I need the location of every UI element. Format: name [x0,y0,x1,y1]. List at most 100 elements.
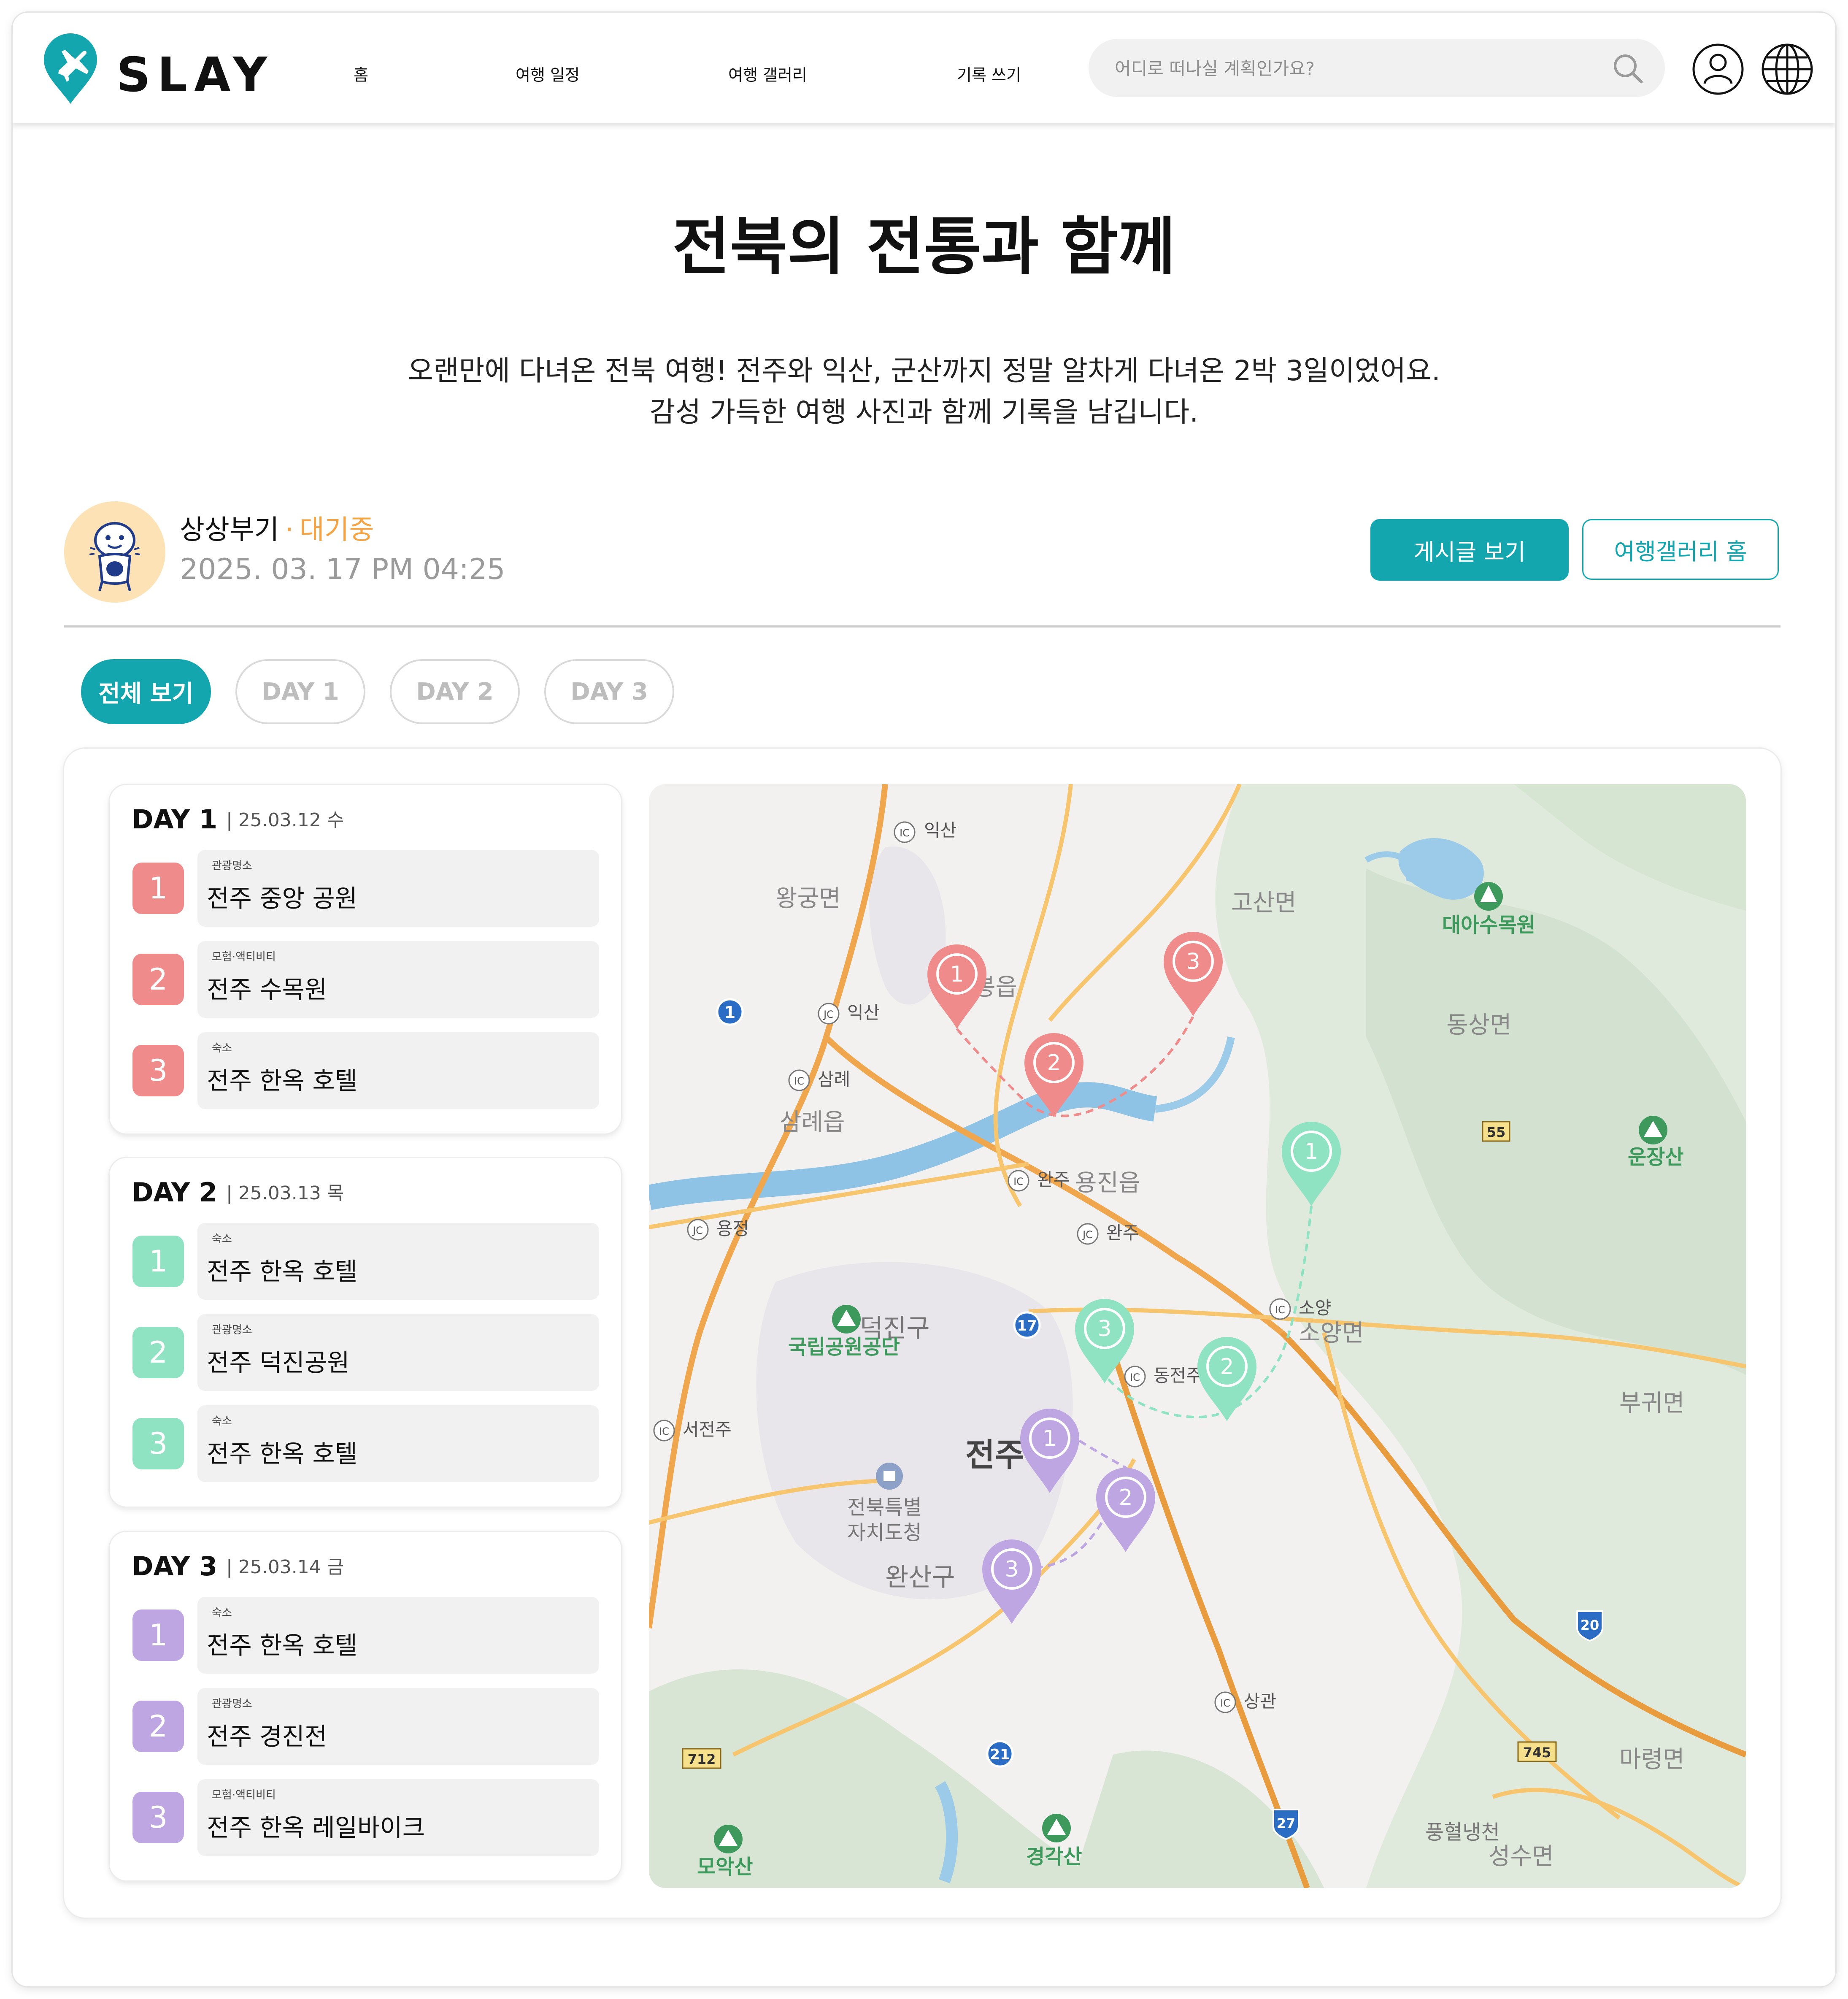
route-number: 712 [688,1751,716,1767]
tree-poi-icon [1474,882,1503,911]
route-map[interactable]: 1 17 21 27 20 55 712 745 IC 익산 왕궁면 고산면 대… [649,784,1746,1888]
route-shield-27: 27 [1273,1809,1300,1840]
search-icon[interactable] [1612,52,1644,84]
list-item[interactable]: 관광명소 전주 경진전 [197,1688,599,1765]
map-label: 동전주 [1154,1365,1202,1386]
pin-number: 1 [1043,1426,1056,1451]
author-line: 상상부기 · 대기중 [180,513,374,547]
svg-text:JC: JC [692,1225,703,1236]
item-name: 전주 덕진공원 [207,1348,350,1377]
item-category: 숙소 [212,1415,232,1428]
route-number: 17 [1017,1317,1037,1334]
item-category: 숙소 [212,1042,232,1055]
map-label: 삼례읍 [780,1109,845,1136]
map-label: 풍혈냉천 [1425,1820,1500,1844]
item-category: 관광명소 [212,860,252,872]
map-canvas[interactable]: 1 17 21 27 20 55 712 745 IC 익산 왕궁면 고산면 대… [649,784,1746,1888]
ic-marker: IC [1214,1691,1236,1713]
day-card-2: DAY 2 | 25.03.13 목 1 숙소 전주 한옥 호텔 2 관광명소 … [110,1158,621,1507]
map-label: 용정 [716,1218,749,1239]
mountain-poi-icon [714,1825,743,1853]
map-label: 상관 [1244,1691,1276,1712]
ic-marker: IC [1008,1170,1029,1192]
route-shield-21: 21 [986,1740,1014,1768]
pin-number: 2 [1119,1485,1132,1510]
map-label: 익산 [847,1002,880,1023]
tab-all[interactable]: 전체 보기 [81,659,211,724]
search-input[interactable] [1114,55,1580,82]
svg-text:IC: IC [900,827,910,839]
jc-marker: JC [687,1219,709,1241]
day-date: | 25.03.12 수 [226,809,344,831]
post-description: 오랜만에 다녀온 전북 여행! 전주와 익산, 군산까지 정말 알차게 다녀온 … [13,350,1835,433]
separator-dot: · [285,514,294,546]
day-card-1: DAY 1 | 25.03.12 수 1 관광명소 전주 중앙 공원 2 모험·… [110,785,621,1133]
list-item[interactable]: 숙소 전주 한옥 호텔 [197,1405,599,1482]
map-label: 왕궁면 [775,885,841,912]
item-name: 전주 한옥 레일바이크 [207,1813,425,1842]
svg-text:IC: IC [794,1075,804,1087]
route-shield-17: 17 [1013,1311,1041,1339]
view-post-button[interactable]: 게시글 보기 [1370,519,1569,581]
route-shield-20: 20 [1576,1610,1603,1642]
item-category: 숙소 [212,1607,232,1619]
map-label: 소양면 [1299,1320,1364,1347]
jc-marker: JC [1077,1223,1099,1245]
item-category: 관광명소 [212,1698,252,1710]
pin-number: 3 [1097,1316,1111,1342]
language-globe-icon[interactable] [1761,43,1813,95]
map-label: 고산면 [1231,889,1297,917]
ic-marker: IC [788,1069,810,1091]
description-line-1: 오랜만에 다녀온 전북 여행! 전주와 익산, 군산까지 정말 알차게 다녀온 … [408,354,1440,387]
stop-number-badge: 2 [132,1701,184,1752]
search-bar [1089,39,1665,97]
user-profile-icon[interactable] [1692,43,1744,95]
government-poi-icon [876,1463,903,1490]
tab-day3[interactable]: DAY 3 [544,659,674,724]
item-category: 모험·액티비티 [212,951,276,963]
nav-itinerary[interactable]: 여행 일정 [516,66,580,84]
map-label: 부귀면 [1619,1390,1685,1417]
tab-day2[interactable]: DAY 2 [390,659,520,724]
svg-text:JC: JC [823,1009,834,1020]
day-title: DAY 2 [132,1177,218,1208]
route-number: 1 [724,1003,735,1022]
stop-number-badge: 2 [132,1327,184,1378]
item-name: 전주 중앙 공원 [207,884,358,913]
author-avatar[interactable] [64,501,165,603]
svg-text:IC: IC [1130,1371,1140,1383]
tab-day1[interactable]: DAY 1 [235,659,365,724]
nav-gallery[interactable]: 여행 갤러리 [728,66,807,84]
stop-number-badge: 3 [132,1418,184,1469]
top-navbar: SLAY 홈 여행 일정 여행 갤러리 기록 쓰기 [13,13,1835,123]
item-name: 전주 한옥 호텔 [207,1066,358,1095]
map-label: 전북특별 [847,1496,922,1519]
map-label: 완산구 [885,1563,955,1592]
map-label: 서전주 [683,1419,732,1440]
map-label: 삼례 [818,1069,850,1090]
pin-number: 3 [1005,1557,1019,1582]
ic-marker: IC [1269,1298,1291,1320]
nav-home[interactable]: 홈 [354,66,368,84]
svg-text:JC: JC [1082,1229,1093,1241]
jc-marker: JC [818,1003,840,1025]
list-item[interactable]: 관광명소 전주 덕진공원 [197,1314,599,1391]
svg-text:IC: IC [659,1426,669,1437]
map-label: 모악산 [697,1855,753,1879]
list-item[interactable]: 모험·액티비티 전주 한옥 레일바이크 [197,1779,599,1856]
gallery-home-button[interactable]: 여행갤러리 홈 [1582,519,1779,580]
list-item[interactable]: 모험·액티비티 전주 수목원 [197,941,599,1018]
nav-write[interactable]: 기록 쓰기 [957,66,1021,84]
logo-plane-pin-icon[interactable] [42,33,99,105]
list-item[interactable]: 관광명소 전주 중앙 공원 [197,850,599,927]
list-item[interactable]: 숙소 전주 한옥 호텔 [197,1223,599,1300]
map-label: 대아수목원 [1442,913,1535,937]
day-date: | 25.03.13 목 [226,1182,344,1204]
route-shield-712: 712 [682,1748,721,1769]
item-name: 전주 수목원 [207,975,327,1004]
map-label: 마령면 [1619,1746,1685,1773]
author-name[interactable]: 상상부기 [180,514,279,546]
logo-text[interactable]: SLAY [116,51,274,99]
list-item[interactable]: 숙소 전주 한옥 호텔 [197,1032,599,1109]
list-item[interactable]: 숙소 전주 한옥 호텔 [197,1597,599,1674]
